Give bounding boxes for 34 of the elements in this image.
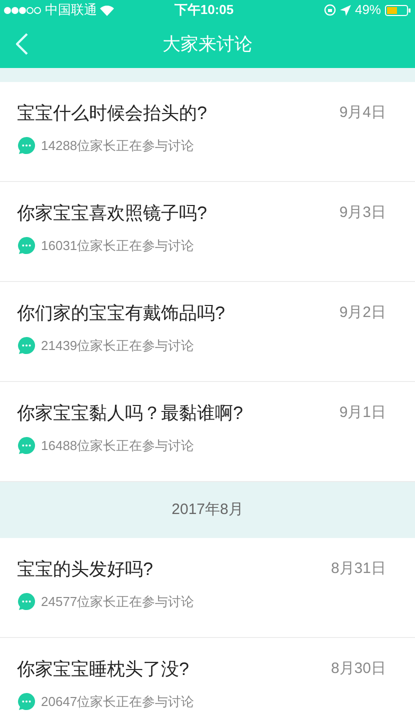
chat-bubble-icon	[17, 592, 36, 612]
participant-count: 16488位家长正在参与讨论	[41, 437, 194, 455]
topic-title[interactable]: 你家宝宝黏人吗？最黏谁啊?	[17, 400, 244, 426]
chat-bubble-icon	[17, 436, 36, 456]
topic-title[interactable]: 你们家的宝宝有戴饰品吗?	[17, 300, 226, 326]
chat-bubble-icon	[17, 692, 36, 712]
location-icon	[340, 4, 351, 16]
battery-icon	[385, 4, 411, 16]
chat-bubble-icon	[17, 336, 36, 356]
topic-title[interactable]: 宝宝的头发好吗?	[17, 556, 154, 582]
participant-count: 14288位家长正在参与讨论	[41, 137, 194, 155]
topic-date: 9月3日	[339, 203, 386, 223]
topic-date: 9月4日	[339, 103, 386, 123]
battery-percent: 49%	[354, 1, 381, 20]
topic-date: 9月2日	[339, 303, 386, 323]
topic-date: 9月1日	[339, 403, 386, 423]
topic-title[interactable]: 你家宝宝睡枕头了没?	[17, 656, 190, 682]
carrier-name: 中国联通	[45, 1, 97, 20]
participant-count: 20647位家长正在参与讨论	[41, 693, 194, 711]
topic-title[interactable]: 宝宝什么时候会抬头的?	[17, 100, 208, 126]
chat-bubble-icon	[17, 236, 36, 256]
participant-count: 21439位家长正在参与讨论	[41, 337, 194, 355]
topic-title[interactable]: 你家宝宝喜欢照镜子吗?	[17, 200, 208, 226]
month-header: 2017年8月	[0, 482, 415, 538]
status-time: 下午10:05	[174, 1, 234, 20]
participant-count: 16031位家长正在参与讨论	[41, 237, 194, 255]
signal-icon	[4, 6, 42, 14]
page-title: 大家来讨论	[162, 32, 252, 56]
participant-count: 24577位家长正在参与讨论	[41, 593, 194, 611]
topic-date: 8月30日	[330, 659, 386, 679]
back-icon	[16, 33, 28, 55]
wifi-icon	[100, 4, 114, 16]
chat-bubble-icon	[17, 136, 36, 156]
topic-date: 8月31日	[330, 559, 386, 579]
